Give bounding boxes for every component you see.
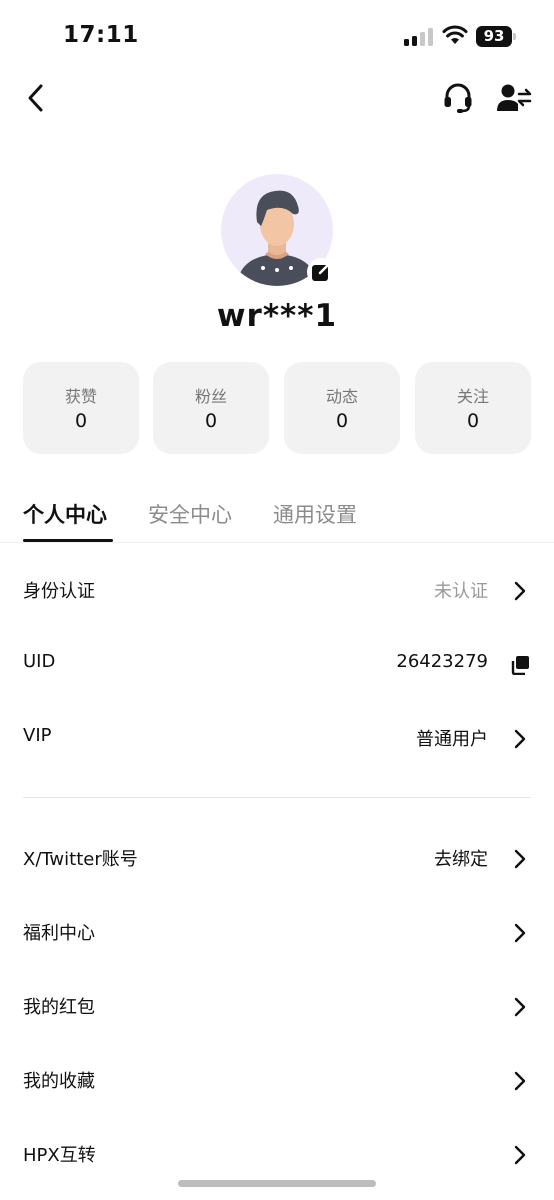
chevron-right-icon [514,729,526,749]
status-bar: 17:11 93 [0,0,554,70]
row-value: 去绑定 [434,849,488,870]
stat-label: 动态 [325,387,358,406]
row-identity-verification[interactable]: 身份认证 未认证 [0,560,554,620]
user-switch-icon[interactable] [496,82,532,116]
row-my-red-packets[interactable]: 我的红包 [0,976,554,1036]
copy-icon[interactable] [510,655,530,675]
section-divider [23,797,531,798]
edit-avatar-button[interactable] [307,258,335,286]
wifi-icon [442,25,468,44]
cellular-signal-icon [404,28,434,46]
chevron-right-icon [514,581,526,601]
chevron-right-icon [514,849,526,869]
battery-icon: 93 [476,26,516,47]
battery-level: 93 [476,26,512,47]
row-twitter-account[interactable]: X/Twitter账号 去绑定 [0,828,554,888]
row-welfare-center[interactable]: 福利中心 [0,902,554,962]
active-tab-indicator [23,539,113,542]
chevron-right-icon [514,997,526,1017]
top-nav [0,70,554,130]
back-button[interactable] [18,78,52,118]
row-label: UID [23,651,56,672]
stat-label: 获赞 [64,387,97,406]
row-label: 身份认证 [23,581,95,602]
tab-general-settings[interactable]: 通用设置 [273,499,357,529]
stat-likes[interactable]: 获赞 0 [23,362,139,454]
row-hpx-transfer[interactable]: HPX互转 [0,1124,554,1184]
row-my-favorites[interactable]: 我的收藏 [0,1050,554,1110]
stat-label: 粉丝 [194,387,227,406]
row-label: X/Twitter账号 [23,849,138,870]
row-value: 26423279 [396,651,488,672]
avatar-container[interactable] [221,174,335,287]
row-label: VIP [23,725,52,746]
chevron-left-icon [28,84,43,112]
row-label: 福利中心 [23,923,95,944]
row-label: 我的收藏 [23,1071,95,1092]
edit-icon [312,263,330,281]
username: wr***1 [216,298,338,334]
stat-label: 关注 [456,387,489,406]
row-uid: UID 26423279 [0,634,554,694]
home-indicator[interactable] [178,1180,376,1187]
stat-value: 0 [466,410,480,432]
stat-value: 0 [74,410,88,432]
chevron-right-icon [514,923,526,943]
row-label: 我的红包 [23,997,95,1018]
stat-value: 0 [335,410,349,432]
stat-value: 0 [204,410,218,432]
tab-bar: 个人中心 安全中心 通用设置 [0,495,554,543]
headset-icon[interactable] [440,80,476,116]
stat-fans[interactable]: 粉丝 0 [153,362,269,454]
stat-posts[interactable]: 动态 0 [284,362,400,454]
tab-personal-center[interactable]: 个人中心 [23,499,107,529]
tab-security-center[interactable]: 安全中心 [148,499,232,529]
stat-following[interactable]: 关注 0 [415,362,531,454]
row-label: HPX互转 [23,1145,96,1166]
status-time: 17:11 [63,22,139,48]
stats-row: 获赞 0 粉丝 0 动态 0 关注 0 [23,362,531,454]
row-vip[interactable]: VIP 普通用户 [0,708,554,768]
chevron-right-icon [514,1071,526,1091]
row-value: 未认证 [434,581,488,602]
row-value: 普通用户 [416,729,488,750]
chevron-right-icon [514,1145,526,1165]
